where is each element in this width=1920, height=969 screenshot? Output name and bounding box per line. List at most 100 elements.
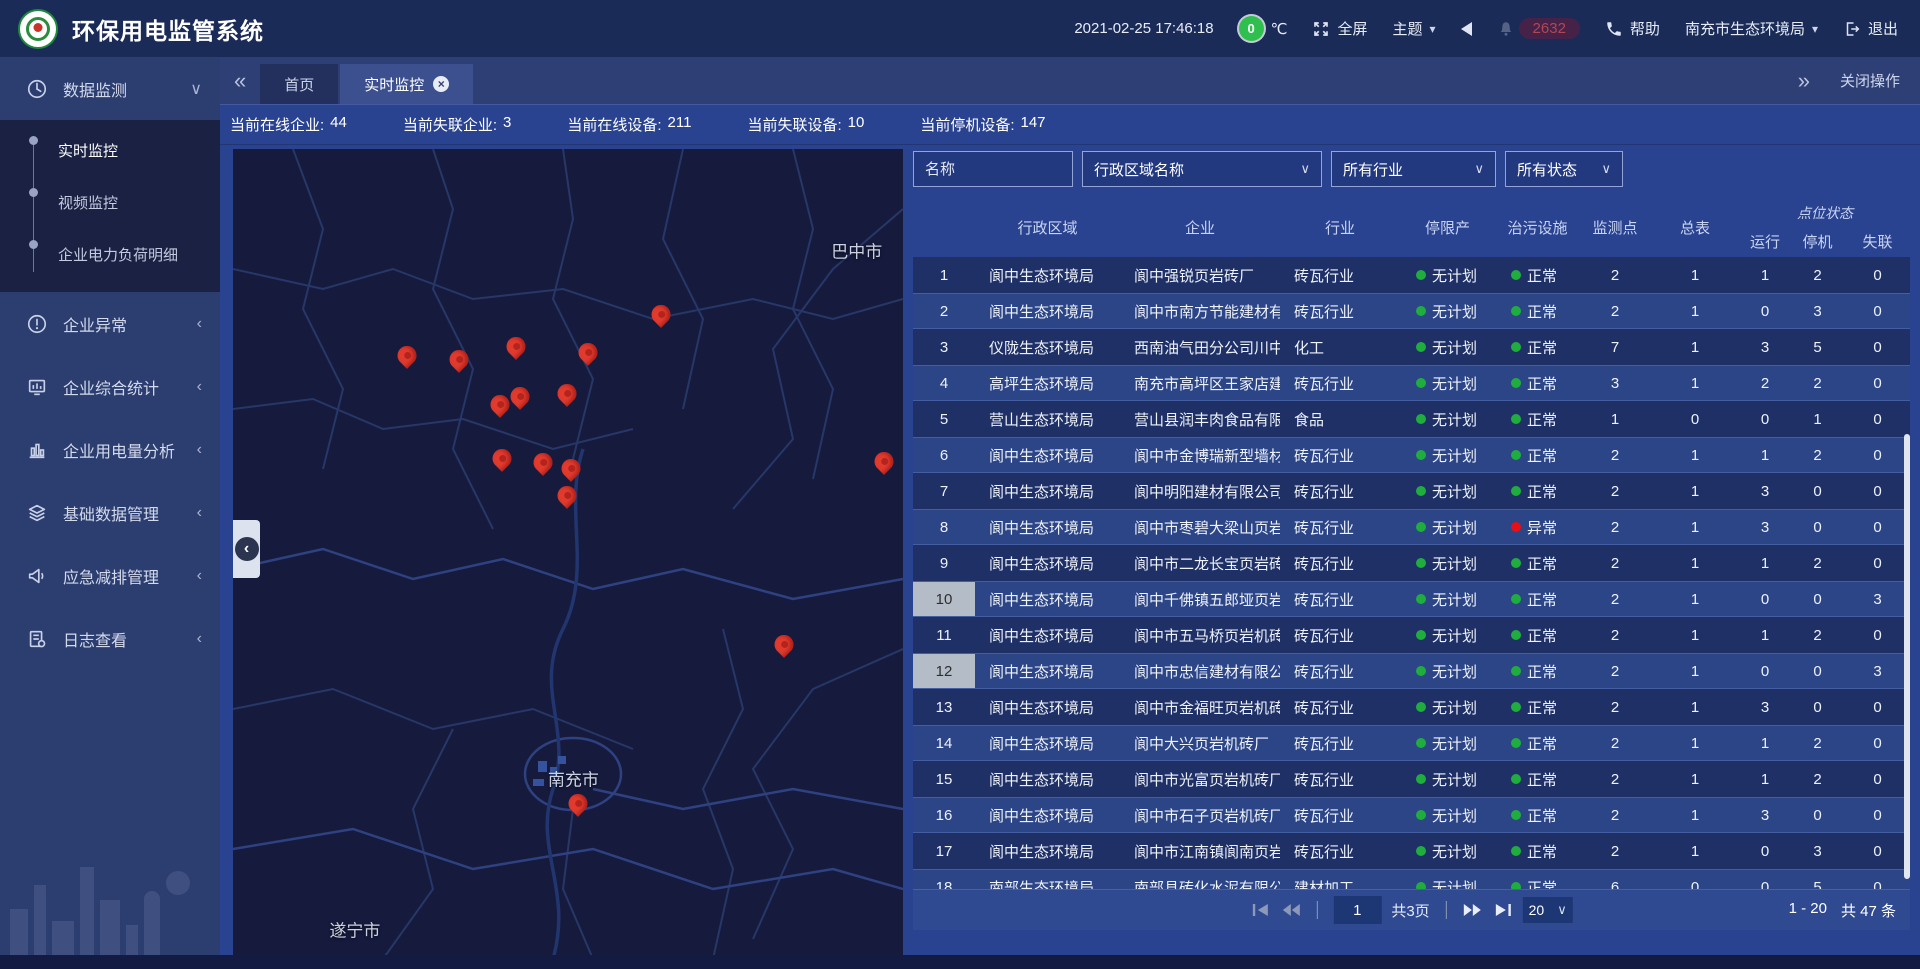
table-row-1[interactable]: 1阆中生态环境局阆中强锐页岩砖厂砖瓦行业无计划正常21120 — [913, 257, 1910, 293]
cell-enterprise: 阆中强锐页岩砖厂 — [1120, 257, 1280, 293]
cell-points: 1 — [1580, 401, 1650, 437]
cell-production-text: 无计划 — [1432, 553, 1477, 574]
sidebar-item-5[interactable]: 应急减排管理‹ — [0, 544, 220, 607]
table-row-13[interactable]: 13阆中生态环境局阆中市金福旺页岩机砖砖瓦行业无计划正常21300 — [913, 689, 1910, 725]
region-filter-select[interactable]: 行政区域名称 ∨ — [1082, 151, 1322, 187]
logout-button[interactable]: 退出 — [1843, 18, 1898, 39]
cell-enterprise-text: 阆中市枣碧大梁山页岩 — [1134, 517, 1280, 538]
table-panel: 行政区域名称 ∨ 所有行业 ∨ 所有状态 ∨ 行政区域 企业 — [913, 149, 1910, 955]
prev-page-icon[interactable] — [1280, 903, 1300, 917]
cell-production-text: 无计划 — [1432, 661, 1477, 682]
cell-points: 2 — [1580, 654, 1650, 688]
industry-filter-select[interactable]: 所有行业 ∨ — [1331, 151, 1496, 187]
table-row-7[interactable]: 7阆中生态环境局阆中明阳建材有限公司砖瓦行业无计划正常21300 — [913, 473, 1910, 509]
cell-index: 2 — [913, 294, 975, 328]
cell-meter-text: 1 — [1691, 735, 1699, 752]
mute-button[interactable] — [1461, 22, 1472, 36]
table-row-4[interactable]: 4高坪生态环境局南充市高坪区王家店建砖瓦行业无计划正常31220 — [913, 365, 1910, 401]
org-dropdown[interactable]: 南充市生态环境局 ▾ — [1685, 18, 1818, 39]
table-row-16[interactable]: 16阆中生态环境局阆中市石子页岩机砖厂砖瓦行业无计划正常21300 — [913, 797, 1910, 833]
table-row-14[interactable]: 14阆中生态环境局阆中大兴页岩机砖厂砖瓦行业无计划正常21120 — [913, 725, 1910, 761]
help-label: 帮助 — [1630, 18, 1660, 39]
page-size-select[interactable]: 20 ∨ — [1523, 897, 1573, 923]
table-row-3[interactable]: 3仪陇生态环境局西南油气田分公司川中化工无计划正常71350 — [913, 329, 1910, 365]
table-row-11[interactable]: 11阆中生态环境局阆中市五马桥页岩机砖砖瓦行业无计划正常21120 — [913, 617, 1910, 653]
table-row-6[interactable]: 6阆中生态环境局阆中市金博瑞新型墙材砖瓦行业无计划正常21120 — [913, 437, 1910, 473]
cell-production-text: 无计划 — [1432, 445, 1477, 466]
close-icon[interactable]: × — [433, 76, 449, 92]
cell-stop: 2 — [1790, 761, 1845, 797]
col-industry: 行业 — [1280, 197, 1400, 257]
cell-stop-text: 0 — [1813, 663, 1821, 680]
cell-facility: 异常 — [1495, 510, 1580, 544]
sidebar-item-4[interactable]: 基础数据管理‹ — [0, 481, 220, 544]
sidebar-item-2[interactable]: 企业综合统计‹ — [0, 355, 220, 418]
table-row-8[interactable]: 8阆中生态环境局阆中市枣碧大梁山页岩砖瓦行业无计划异常21300 — [913, 509, 1910, 545]
name-filter-input[interactable] — [913, 151, 1073, 187]
help-button[interactable]: 帮助 — [1605, 18, 1660, 39]
cell-index: 3 — [913, 329, 975, 365]
cell-run: 1 — [1740, 545, 1790, 581]
cell-enterprise-text: 西南油气田分公司川中 — [1134, 337, 1280, 358]
table-row-17[interactable]: 17阆中生态环境局阆中市江南镇阆南页岩砖瓦行业无计划正常21030 — [913, 833, 1910, 869]
cell-facility-text: 正常 — [1527, 301, 1557, 322]
table-row-5[interactable]: 5营山生态环境局营山县润丰肉食品有限食品无计划正常10010 — [913, 401, 1910, 437]
cell-enterprise: 阆中市金福旺页岩机砖 — [1120, 689, 1280, 725]
table-row-18[interactable]: 18南部生态环境局南部县砖化水泥有限公建材加工无计划正常60050 — [913, 869, 1910, 889]
cell-stop: 2 — [1790, 726, 1845, 760]
sidebar-item-3[interactable]: 企业用电量分析‹ — [0, 418, 220, 481]
cell-lost: 0 — [1845, 401, 1910, 437]
cell-enterprise-text: 阆中市光富页岩机砖厂 — [1134, 769, 1280, 790]
cell-enterprise: 阆中市金博瑞新型墙材 — [1120, 438, 1280, 472]
sidebar-item-0[interactable]: 数据监测∨ — [0, 57, 220, 120]
stats-board-icon — [26, 376, 48, 398]
cell-enterprise-text: 阆中市南方节能建材有 — [1134, 301, 1280, 322]
table-row-2[interactable]: 2阆中生态环境局阆中市南方节能建材有砖瓦行业无计划正常21030 — [913, 293, 1910, 329]
sidebar-item-6[interactable]: 日志查看‹ — [0, 607, 220, 670]
cell-facility-text: 异常 — [1527, 517, 1557, 538]
cell-region-text: 仪陇生态环境局 — [989, 337, 1094, 358]
sidebar-item-1[interactable]: 企业异常‹ — [0, 292, 220, 355]
next-page-icon[interactable] — [1463, 903, 1483, 917]
cell-meter: 1 — [1650, 689, 1740, 725]
tabs-scroll-left-icon[interactable]: « — [234, 68, 246, 94]
tabs-scroll-right-icon[interactable]: » — [1798, 68, 1810, 94]
cell-run: 0 — [1740, 833, 1790, 869]
page-number-input[interactable] — [1333, 896, 1381, 924]
first-page-icon[interactable] — [1250, 903, 1270, 917]
cell-region-text: 阆中生态环境局 — [989, 841, 1094, 862]
cell-region: 阆中生态环境局 — [975, 798, 1120, 832]
sidebar-subitem-0-1[interactable]: 视频监控 — [0, 176, 220, 228]
cell-run-text: 2 — [1761, 375, 1769, 392]
notifications-button[interactable]: 2632 — [1497, 18, 1580, 39]
table-row-9[interactable]: 9阆中生态环境局阆中市二龙长宝页岩砖砖瓦行业无计划正常21120 — [913, 545, 1910, 581]
cell-industry: 砖瓦行业 — [1280, 473, 1400, 509]
sidebar-subitem-0-2[interactable]: 企业电力负荷明细 — [0, 228, 220, 280]
tab-1[interactable]: 实时监控× — [340, 64, 473, 104]
cell-run-text: 1 — [1761, 447, 1769, 464]
cell-lost-text: 0 — [1873, 555, 1881, 572]
theme-label: 主题 — [1393, 18, 1423, 39]
sidebar-subitem-0-0[interactable]: 实时监控 — [0, 124, 220, 176]
cell-index: 8 — [913, 510, 975, 544]
cell-production: 无计划 — [1400, 761, 1495, 797]
cell-index: 1 — [913, 257, 975, 293]
cell-facility: 正常 — [1495, 689, 1580, 725]
status-filter-select[interactable]: 所有状态 ∨ — [1505, 151, 1623, 187]
status-item-3: 当前失联设备:10 — [747, 114, 864, 135]
close-actions-button[interactable]: 关闭操作 — [1840, 70, 1900, 91]
tab-0[interactable]: 首页 — [260, 64, 338, 104]
scrollbar-thumb[interactable] — [1904, 434, 1910, 879]
table-row-15[interactable]: 15阆中生态环境局阆中市光富页岩机砖厂砖瓦行业无计划正常21120 — [913, 761, 1910, 797]
fullscreen-button[interactable]: 全屏 — [1312, 18, 1367, 39]
last-page-icon[interactable] — [1493, 903, 1513, 917]
cell-lost-text: 3 — [1873, 591, 1881, 608]
table-row-12[interactable]: 12阆中生态环境局阆中市忠信建材有限公砖瓦行业无计划正常21003 — [913, 653, 1910, 689]
table-row-10[interactable]: 10阆中生态环境局阆中千佛镇五郎垭页岩砖瓦行业无计划正常21003 — [913, 581, 1910, 617]
cell-points: 2 — [1580, 257, 1650, 293]
panel-collapse-button[interactable]: ‹ — [233, 520, 260, 578]
cell-lost: 0 — [1845, 294, 1910, 328]
chevron-down-icon: ▾ — [1812, 22, 1818, 36]
cell-meter-text: 0 — [1691, 411, 1699, 428]
theme-dropdown[interactable]: 主题 ▾ — [1393, 18, 1436, 39]
